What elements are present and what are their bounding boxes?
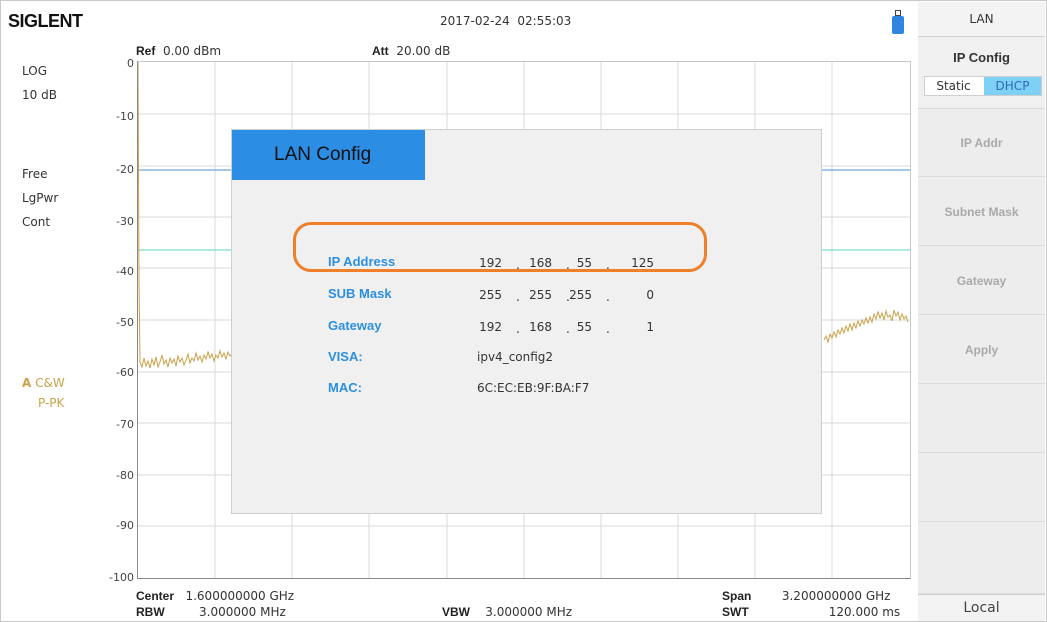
gateway-label: Gateway bbox=[328, 318, 382, 333]
gw-octet-2[interactable]: 168 bbox=[522, 320, 552, 334]
center-freq[interactable]: Center 1.600000000 GHz bbox=[136, 589, 294, 603]
attenuation: Att 20.00 dB bbox=[372, 44, 451, 58]
ip-config-toggle[interactable]: Static DHCP bbox=[924, 76, 1042, 96]
mask-octet-1[interactable]: 255 bbox=[472, 288, 502, 302]
ip-config-button[interactable]: IP Config Static DHCP bbox=[918, 38, 1045, 109]
dhcp-option[interactable]: DHCP bbox=[984, 77, 1041, 95]
sub-mask-label: SUB Mask bbox=[328, 286, 392, 301]
mac-value: 6C:EC:EB:9F:BA:F7 bbox=[477, 381, 590, 395]
mask-octet-3[interactable]: 255 bbox=[562, 288, 592, 302]
y-tick: 0 bbox=[127, 57, 134, 70]
y-tick: -20 bbox=[116, 163, 134, 176]
ip-octet-3[interactable]: 55 bbox=[562, 256, 592, 270]
trace-a-label: A C&W bbox=[22, 376, 65, 390]
mask-octet-2[interactable]: 255 bbox=[522, 288, 552, 302]
rbw[interactable]: RBW 3.000000 MHz bbox=[136, 605, 286, 619]
ip-octet-1[interactable]: 192 bbox=[472, 256, 502, 270]
vbw[interactable]: VBW 3.000000 MHz bbox=[442, 605, 572, 619]
sweep-time[interactable]: SWT 120.000 ms bbox=[722, 605, 900, 619]
sweep-mode: Cont bbox=[22, 215, 51, 229]
scale-type: LOG bbox=[22, 64, 48, 78]
siglent-logo: SIGLENT bbox=[8, 11, 83, 31]
static-option[interactable]: Static bbox=[925, 77, 982, 95]
dialog-title: LAN Config bbox=[274, 144, 372, 165]
y-tick: -90 bbox=[116, 519, 134, 532]
status-bar: SIGLENT 2017-02-24 02:55:03 bbox=[2, 2, 915, 38]
ip-config-label: IP Config bbox=[953, 50, 1010, 65]
trace-a-detector: P-PK bbox=[38, 396, 65, 410]
gw-octet-3[interactable]: 55 bbox=[562, 320, 592, 334]
ip-address-label: IP Address bbox=[328, 254, 396, 269]
mask-octet-4[interactable]: 0 bbox=[624, 288, 654, 302]
ip-addr-button[interactable]: IP Addr bbox=[918, 109, 1045, 177]
y-tick: -60 bbox=[116, 366, 134, 379]
trigger-mode: Free bbox=[22, 167, 48, 181]
y-tick: -50 bbox=[116, 316, 134, 329]
dialog-title-bar: LAN Config bbox=[232, 130, 425, 180]
gw-octet-1[interactable]: 192 bbox=[472, 320, 502, 334]
gateway-button[interactable]: Gateway bbox=[918, 247, 1045, 315]
detector: LgPwr bbox=[22, 191, 59, 205]
scale-div: 10 dB bbox=[22, 88, 57, 102]
local-button[interactable]: Local bbox=[918, 594, 1045, 621]
y-tick: -80 bbox=[116, 469, 134, 482]
y-tick: -30 bbox=[116, 215, 134, 228]
gw-octet-4[interactable]: 1 bbox=[624, 320, 654, 334]
lan-config-dialog: LAN Config IP Address 192 . 168 . 55 . 1… bbox=[231, 129, 822, 514]
apply-button[interactable]: Apply bbox=[918, 316, 1045, 384]
menu-title-lan: LAN bbox=[918, 2, 1045, 37]
empty-menu-button[interactable] bbox=[918, 454, 1045, 522]
usb-icon bbox=[892, 10, 904, 34]
y-tick: -40 bbox=[116, 265, 134, 278]
y-tick: -70 bbox=[116, 418, 134, 431]
visa-value: ipv4_config2 bbox=[477, 350, 554, 364]
span[interactable]: Span 3.200000000 GHz bbox=[722, 589, 890, 603]
y-tick: -100 bbox=[109, 571, 134, 584]
ip-octet-4[interactable]: 125 bbox=[624, 256, 654, 270]
soft-menu: LAN IP Config Static DHCP IP Addr Subnet… bbox=[918, 2, 1045, 621]
empty-menu-button[interactable] bbox=[918, 385, 1045, 453]
ref-level: Ref 0.00 dBm bbox=[136, 44, 222, 58]
date-time: 2017-02-24 02:55:03 bbox=[440, 14, 572, 28]
ip-octet-2[interactable]: 168 bbox=[522, 256, 552, 270]
empty-menu-button[interactable] bbox=[918, 523, 1045, 594]
subnet-mask-button[interactable]: Subnet Mask bbox=[918, 178, 1045, 246]
mac-label: MAC: bbox=[328, 380, 362, 395]
y-tick: -10 bbox=[116, 110, 134, 123]
visa-label: VISA: bbox=[328, 349, 363, 364]
